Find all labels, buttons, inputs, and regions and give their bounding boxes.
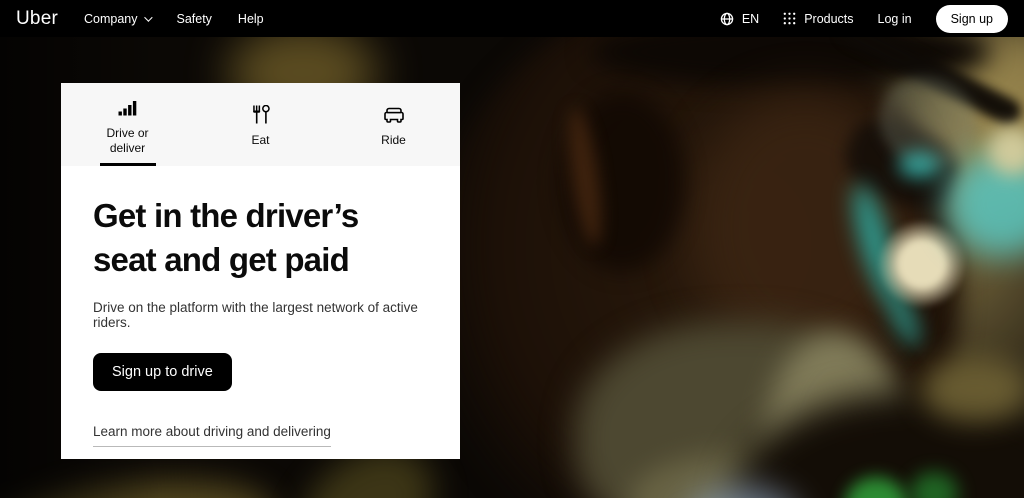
- hero-card-body: Get in the driver’s seat and get paid Dr…: [61, 166, 460, 447]
- bg-ear-shadow: [560, 92, 685, 272]
- bg-beard-main: [575, 322, 905, 498]
- grid-apps-icon: [783, 12, 796, 25]
- active-tab-underline: [100, 163, 156, 166]
- car-icon: [384, 105, 404, 124]
- bg-glasses-temple: [835, 37, 1024, 129]
- chevron-down-icon: [145, 13, 153, 21]
- tab-drive-label: Drive or deliver: [93, 126, 163, 156]
- bg-olive-right-glow: [780, 37, 1024, 498]
- bg-glasses-lens: [864, 60, 993, 184]
- tab-eat[interactable]: Eat: [194, 83, 327, 166]
- tab-ride-label: Ride: [381, 133, 406, 148]
- utensils-icon: [252, 105, 270, 124]
- bar-chart-icon: [118, 98, 137, 117]
- bokeh-cream-small: [988, 127, 1024, 175]
- learn-more-link[interactable]: Learn more about driving and delivering: [93, 424, 331, 447]
- service-tabstrip: Drive or deliver: [61, 83, 460, 166]
- language-selector[interactable]: EN: [720, 12, 759, 26]
- uber-landing-page: Uber Company Safety Help EN: [0, 0, 1024, 498]
- bg-top-right-warm: [950, 37, 1024, 207]
- bokeh-green-a: [845, 477, 907, 498]
- hero-card: Drive or deliver: [61, 83, 460, 459]
- top-navigation-bar: Uber Company Safety Help EN: [0, 0, 1024, 37]
- login-button[interactable]: Log in: [878, 12, 912, 26]
- tab-eat-label: Eat: [251, 133, 269, 148]
- nav-company-label: Company: [84, 12, 138, 26]
- nav-right-group: EN Products Log in Sign up: [720, 5, 1008, 33]
- bokeh-teal-large: [945, 152, 1024, 257]
- bg-teal-rim-streak-a: [846, 180, 903, 298]
- bg-beard-chin: [630, 452, 860, 498]
- nav-help-label: Help: [238, 12, 264, 26]
- hero-subtext: Drive on the platform with the largest n…: [93, 300, 428, 330]
- bg-ear-rim-light: [562, 106, 607, 248]
- products-label: Products: [804, 12, 853, 26]
- bg-cheek-highlight: [690, 92, 920, 362]
- bg-glasses-frame: [835, 107, 971, 222]
- globe-icon: [720, 12, 734, 26]
- tab-ride[interactable]: Ride: [327, 83, 460, 166]
- hero-heading: Get in the driver’s seat and get paid: [93, 194, 398, 281]
- signup-button[interactable]: Sign up: [936, 5, 1008, 33]
- bg-dashboard-dark-arc: [730, 392, 1024, 498]
- bg-beard-light-edge: [765, 332, 905, 498]
- nav-safety-label: Safety: [176, 12, 211, 26]
- signup-to-drive-button[interactable]: Sign up to drive: [93, 353, 232, 391]
- login-label: Log in: [878, 12, 912, 26]
- bokeh-cream-large: [878, 220, 966, 308]
- bg-blue-glow-bottom: [685, 485, 800, 498]
- nav-item-help[interactable]: Help: [238, 12, 264, 26]
- bg-olive-streak-right: [920, 357, 1024, 422]
- tab-drive-or-deliver[interactable]: Drive or deliver: [61, 83, 194, 166]
- bg-face-silhouette: [420, 37, 960, 498]
- bg-arm-olive-left: [0, 464, 280, 498]
- products-menu[interactable]: Products: [783, 12, 853, 26]
- bg-teal-glint-glasses: [898, 152, 940, 178]
- language-label: EN: [742, 12, 759, 26]
- nav-item-safety[interactable]: Safety: [176, 12, 211, 26]
- uber-logo[interactable]: Uber: [16, 8, 58, 30]
- bokeh-green-b: [910, 472, 958, 498]
- bg-teal-rim-streak-b: [875, 274, 927, 351]
- bg-hair-top-dark: [590, 37, 990, 87]
- nav-item-company[interactable]: Company: [84, 12, 151, 26]
- nav-left-group: Company Safety Help: [84, 12, 264, 26]
